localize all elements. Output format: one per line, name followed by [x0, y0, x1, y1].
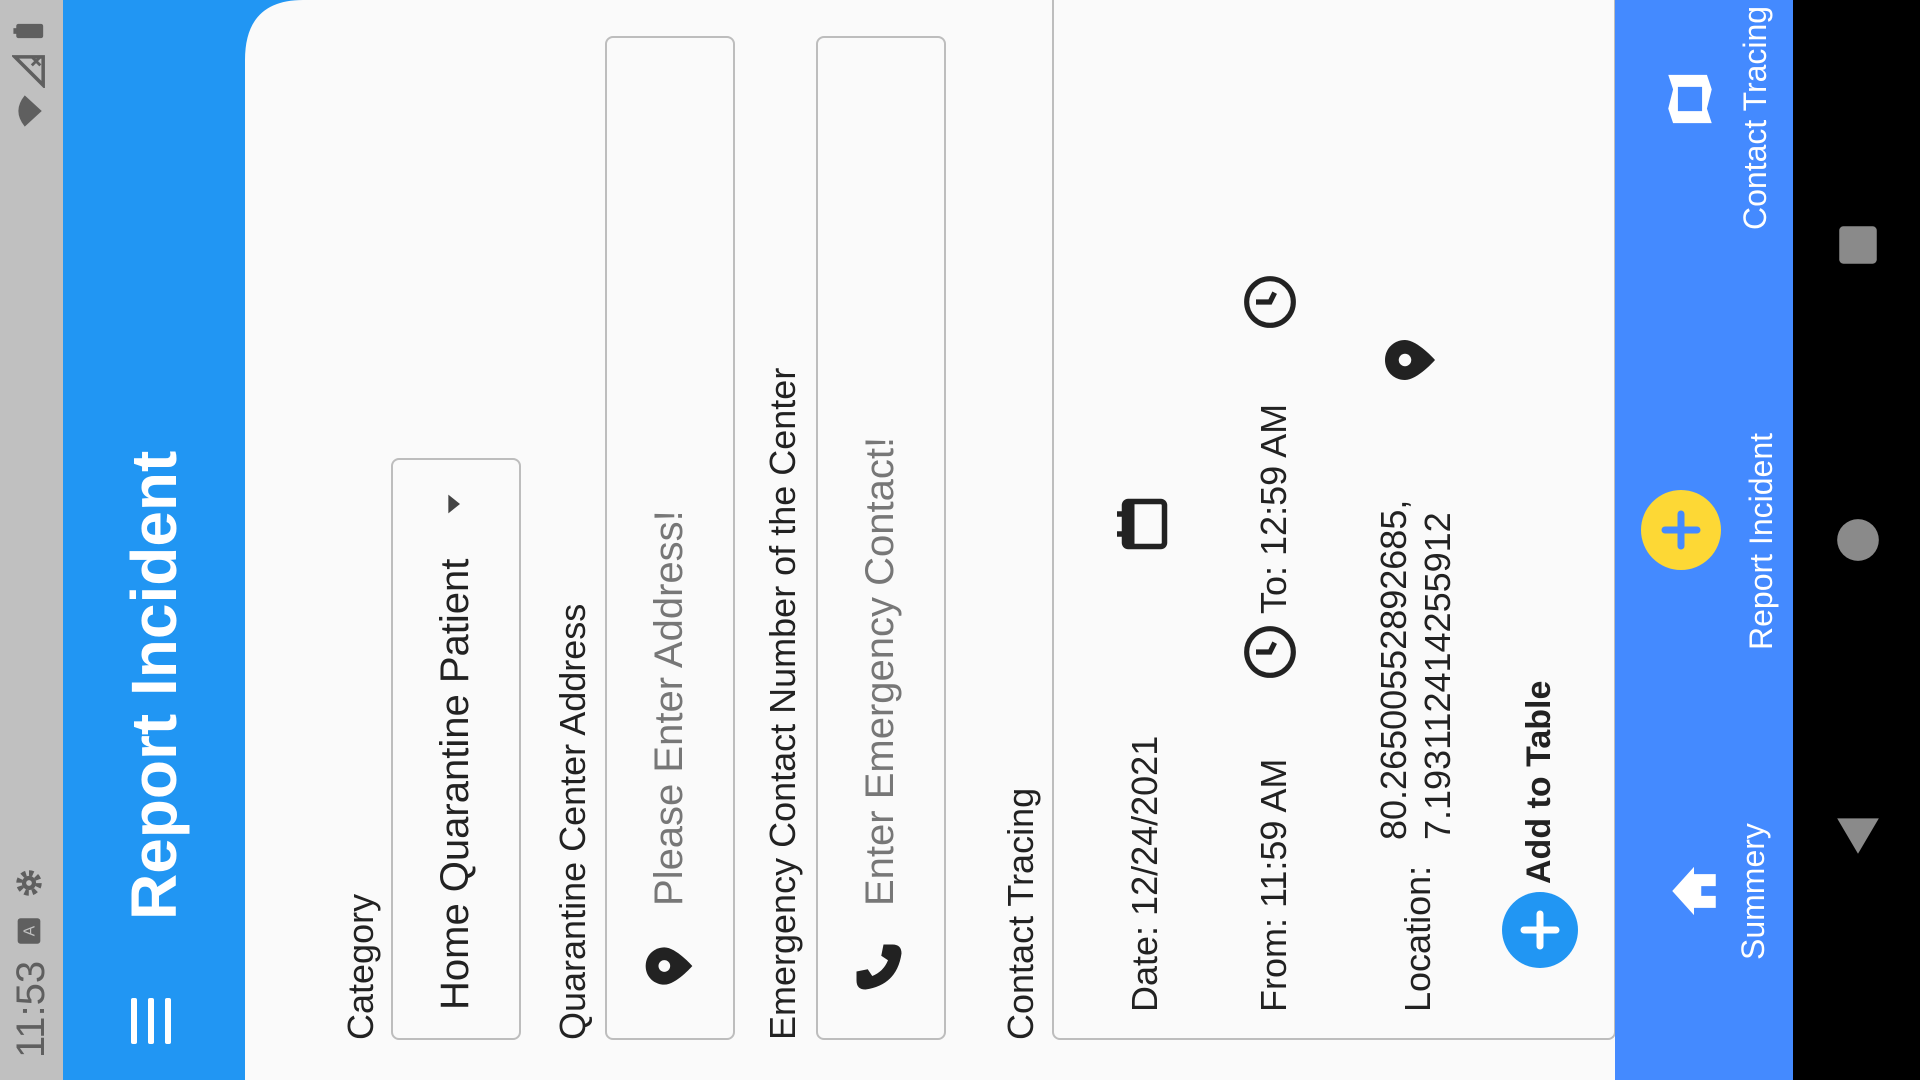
app-screen: 11:53 A Report Incident Category Home Qu… [0, 0, 1920, 1080]
category-label: Category [340, 893, 381, 1040]
to-time-text: To: 12:59 AM [1253, 403, 1294, 614]
home-icon [1672, 866, 1716, 916]
header-curve [235, 0, 303, 1080]
bottom-navigation: Summery Report Incident Contact Tracing [1615, 0, 1793, 1080]
to-clock-icon[interactable] [1242, 274, 1298, 330]
from-time-text: From: 11:59 AM [1253, 758, 1294, 1012]
from-clock-icon[interactable] [1242, 624, 1298, 680]
svg-text:A: A [22, 925, 39, 936]
recents-icon[interactable] [1833, 220, 1883, 270]
map-icon [1668, 74, 1712, 124]
address-input[interactable]: Please Enter Address! [605, 36, 735, 1040]
screen-stage: 11:53 A Report Incident Category Home Qu… [0, 0, 1920, 1080]
nav-label-summery: Summery [1735, 823, 1771, 960]
add-circle-icon [1661, 510, 1701, 550]
contact-tracing-label: Contact Tracing [1000, 787, 1041, 1040]
nav-item-contact-tracing[interactable]: Contact Tracing [1615, 0, 1793, 230]
nav-label-contact-tracing: Contact Tracing [1737, 5, 1773, 230]
address-placeholder: Please Enter Address! [647, 510, 691, 906]
emergency-contact-label: Emergency Contact Number of the Center [762, 367, 803, 1040]
cellular-signal-icon [12, 55, 45, 88]
location-pin-icon [645, 947, 693, 985]
emergency-contact-placeholder: Enter Emergency Contact! [858, 436, 902, 906]
address-label: Quarantine Center Address [552, 603, 593, 1040]
category-value: Home Quarantine Patient [433, 558, 477, 1010]
category-dropdown[interactable]: Home Quarantine Patient [391, 458, 521, 1040]
app-bar: Report Incident [63, 0, 235, 1080]
settings-gear-icon [16, 870, 42, 896]
add-to-table-button[interactable] [1502, 892, 1578, 968]
report-incident-fab[interactable] [1641, 490, 1721, 570]
status-bar: 11:53 A [0, 0, 63, 1080]
menu-icon[interactable] [131, 998, 171, 1044]
plus-icon [1520, 910, 1560, 950]
phone-icon [856, 944, 902, 990]
emergency-contact-input[interactable]: Enter Emergency Contact! [816, 36, 946, 1040]
page-title: Report Incident [118, 450, 190, 920]
nav-item-summery[interactable]: Summery [1615, 750, 1793, 970]
location-longitude: 7.193112414255912 [1417, 512, 1458, 840]
dropdown-arrow-icon [448, 494, 460, 514]
add-to-table-label[interactable]: Add to Table [1520, 681, 1559, 884]
location-latitude: 80.26500552892685, [1373, 499, 1414, 840]
contact-date-text: Date: 12/24/2021 [1124, 735, 1165, 1012]
home-button-icon[interactable] [1833, 515, 1883, 565]
system-navigation-bar [1793, 0, 1920, 1080]
nav-label-report-incident: Report Incident [1743, 432, 1779, 650]
location-label: Location: [1397, 865, 1438, 1012]
battery-icon [13, 23, 44, 39]
wifi-icon [18, 95, 42, 127]
status-time: 11:53 [9, 960, 53, 1058]
map-pin-icon[interactable] [1380, 330, 1440, 390]
calendar-icon[interactable] [1112, 494, 1172, 554]
back-icon[interactable] [1833, 810, 1883, 860]
nav-item-report-incident[interactable]: Report Incident [1615, 370, 1793, 650]
keyboard-notification-icon: A [17, 918, 41, 944]
